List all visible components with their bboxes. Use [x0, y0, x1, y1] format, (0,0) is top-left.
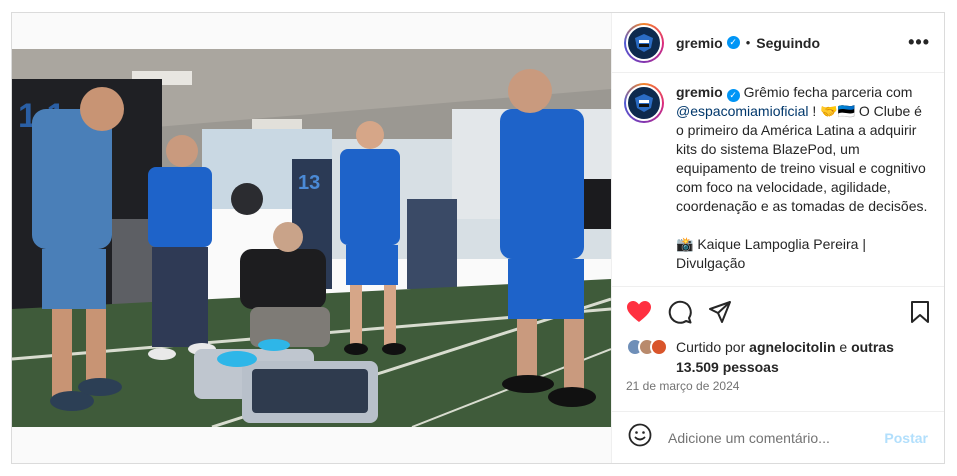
action-bar — [612, 287, 944, 337]
caption-text-part-2: ! 🤝🇪🇪 O Clube é o primeiro da América La… — [676, 103, 928, 214]
likes-prefix: Curtido por — [676, 339, 750, 355]
gremio-logo-icon — [626, 24, 662, 61]
following-button[interactable]: Seguindo — [756, 35, 820, 51]
more-options-icon[interactable]: ••• — [908, 32, 930, 53]
likes-middle: e — [835, 339, 852, 355]
caption-credit: 📸 Kaique Lampoglia Pereira | Divulgação — [676, 236, 866, 271]
heart-icon[interactable] — [626, 300, 652, 324]
post-media[interactable]: 1 1 13 — [12, 13, 611, 463]
separator-dot: • — [745, 35, 751, 50]
caption-text-part-1: Grêmio fecha parceria com — [743, 84, 913, 100]
caption-username[interactable]: gremio — [676, 84, 723, 100]
post-header: gremio ✓ • Seguindo ••• — [612, 13, 944, 73]
bookmark-icon[interactable] — [910, 300, 930, 324]
share-icon[interactable] — [708, 300, 732, 324]
training-room-photo: 1 1 13 — [12, 49, 611, 427]
post-date[interactable]: 21 de março de 2024 — [612, 377, 944, 393]
caption-text: gremio ✓ Grêmio fecha parceria com @espac… — [676, 83, 930, 286]
verified-icon: ✓ — [726, 36, 740, 49]
svg-text:13: 13 — [298, 172, 320, 194]
post-caption: gremio ✓ Grêmio fecha parceria com @espac… — [612, 73, 944, 287]
likes-text: Curtido por agnelocitolin e outras 13.50… — [676, 337, 930, 377]
comment-input[interactable]: Adicione um comentário... — [668, 430, 884, 446]
avatar[interactable] — [624, 22, 664, 63]
comment-icon[interactable] — [668, 300, 692, 324]
avatar[interactable] — [650, 338, 668, 356]
likes-summary: Curtido por agnelocitolin e outras 13.50… — [612, 337, 944, 377]
instagram-post: 1 1 13 — [11, 12, 945, 464]
likes-user[interactable]: agnelocitolin — [749, 339, 835, 355]
post-comment-button[interactable]: Postar — [884, 430, 928, 446]
verified-icon: ✓ — [726, 89, 740, 102]
emoji-icon[interactable] — [628, 423, 652, 452]
comment-box: Adicione um comentário... Postar — [612, 411, 944, 463]
caption-avatar[interactable] — [624, 83, 664, 123]
gremio-logo-icon — [626, 85, 662, 121]
caption-mention[interactable]: @espacomiamioficial — [676, 103, 808, 119]
header-username[interactable]: gremio — [676, 35, 723, 51]
post-panel: gremio ✓ • Seguindo ••• gremio ✓ Grêmio f… — [611, 13, 944, 463]
post-photo[interactable]: 1 1 13 — [12, 49, 611, 427]
liker-avatars — [626, 338, 676, 356]
